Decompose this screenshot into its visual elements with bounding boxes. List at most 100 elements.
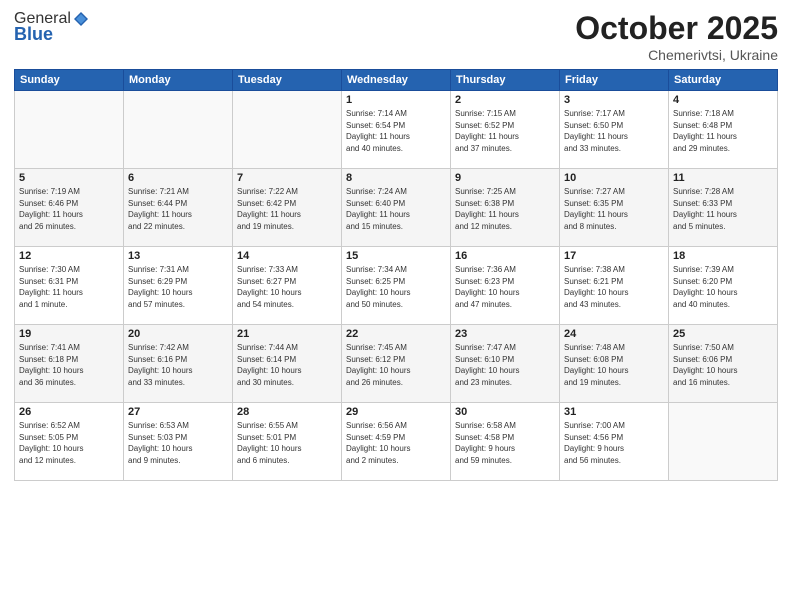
day-info: Sunrise: 7:48 AM Sunset: 6:08 PM Dayligh… xyxy=(564,342,664,388)
day-number: 7 xyxy=(237,172,337,184)
calendar-row-4: 26 Sunrise: 6:52 AM Sunset: 5:05 PM Dayli… xyxy=(15,403,778,481)
day-info: Sunrise: 7:14 AM Sunset: 6:54 PM Dayligh… xyxy=(346,108,446,154)
day-info: Sunrise: 6:52 AM Sunset: 5:05 PM Dayligh… xyxy=(19,420,119,466)
day-number: 12 xyxy=(19,250,119,262)
day-number: 13 xyxy=(128,250,228,262)
day-number: 16 xyxy=(455,250,555,262)
day-number: 10 xyxy=(564,172,664,184)
calendar-cell: 16 Sunrise: 7:36 AM Sunset: 6:23 PM Dayli… xyxy=(451,247,560,325)
calendar-cell: 29Sunrise: 6:56 AM Sunset: 4:59 PM Dayli… xyxy=(342,403,451,481)
day-number: 27 xyxy=(128,406,228,418)
weekday-header-saturday: Saturday xyxy=(669,70,778,91)
day-info: Sunrise: 6:55 AM Sunset: 5:01 PM Dayligh… xyxy=(237,420,337,466)
calendar-cell: 22 Sunrise: 7:45 AM Sunset: 6:12 PM Dayli… xyxy=(342,325,451,403)
calendar-table: SundayMondayTuesdayWednesdayThursdayFrid… xyxy=(14,69,778,481)
day-info: Sunrise: 7:00 AM Sunset: 4:56 PM Dayligh… xyxy=(564,420,664,466)
calendar-cell: 14 Sunrise: 7:33 AM Sunset: 6:27 PM Dayli… xyxy=(233,247,342,325)
day-number: 29 xyxy=(346,406,446,418)
day-info: Sunrise: 7:31 AM Sunset: 6:29 PM Dayligh… xyxy=(128,264,228,310)
calendar-cell: 17Sunrise: 7:38 AM Sunset: 6:21 PM Dayli… xyxy=(560,247,669,325)
calendar-cell: 20 Sunrise: 7:42 AM Sunset: 6:16 PM Dayli… xyxy=(124,325,233,403)
day-info: Sunrise: 7:18 AM Sunset: 6:48 PM Dayligh… xyxy=(673,108,773,154)
day-info: Sunrise: 7:33 AM Sunset: 6:27 PM Dayligh… xyxy=(237,264,337,310)
calendar-cell: 9Sunrise: 7:25 AM Sunset: 6:38 PM Daylig… xyxy=(451,169,560,247)
weekday-header-sunday: Sunday xyxy=(15,70,124,91)
logo-flag-icon xyxy=(73,11,89,27)
calendar-cell: 23 Sunrise: 7:47 AM Sunset: 6:10 PM Dayli… xyxy=(451,325,560,403)
day-info: Sunrise: 7:44 AM Sunset: 6:14 PM Dayligh… xyxy=(237,342,337,388)
calendar-cell: 26 Sunrise: 6:52 AM Sunset: 5:05 PM Dayli… xyxy=(15,403,124,481)
calendar-cell: 8 Sunrise: 7:24 AM Sunset: 6:40 PM Daylig… xyxy=(342,169,451,247)
day-info: Sunrise: 7:30 AM Sunset: 6:31 PM Dayligh… xyxy=(19,264,119,310)
day-info: Sunrise: 7:47 AM Sunset: 6:10 PM Dayligh… xyxy=(455,342,555,388)
calendar-cell: 7 Sunrise: 7:22 AM Sunset: 6:42 PM Daylig… xyxy=(233,169,342,247)
calendar-cell: 10 Sunrise: 7:27 AM Sunset: 6:35 PM Dayli… xyxy=(560,169,669,247)
calendar-cell: 1 Sunrise: 7:14 AM Sunset: 6:54 PM Daylig… xyxy=(342,91,451,169)
calendar-row-0: 1 Sunrise: 7:14 AM Sunset: 6:54 PM Daylig… xyxy=(15,91,778,169)
logo: General Blue xyxy=(14,10,89,45)
day-info: Sunrise: 6:53 AM Sunset: 5:03 PM Dayligh… xyxy=(128,420,228,466)
calendar-cell: 18Sunrise: 7:39 AM Sunset: 6:20 PM Dayli… xyxy=(669,247,778,325)
day-info: Sunrise: 7:17 AM Sunset: 6:50 PM Dayligh… xyxy=(564,108,664,154)
day-number: 11 xyxy=(673,172,773,184)
day-number: 23 xyxy=(455,328,555,340)
calendar-cell xyxy=(233,91,342,169)
calendar-title: October 2025 xyxy=(575,10,778,47)
calendar-subtitle: Chemerivtsi, Ukraine xyxy=(575,47,778,63)
day-info: Sunrise: 7:15 AM Sunset: 6:52 PM Dayligh… xyxy=(455,108,555,154)
logo-blue-text: Blue xyxy=(14,24,89,45)
day-number: 20 xyxy=(128,328,228,340)
day-info: Sunrise: 7:39 AM Sunset: 6:20 PM Dayligh… xyxy=(673,264,773,310)
calendar-cell xyxy=(124,91,233,169)
day-info: Sunrise: 7:45 AM Sunset: 6:12 PM Dayligh… xyxy=(346,342,446,388)
weekday-header-tuesday: Tuesday xyxy=(233,70,342,91)
day-number: 26 xyxy=(19,406,119,418)
calendar-cell: 13 Sunrise: 7:31 AM Sunset: 6:29 PM Dayli… xyxy=(124,247,233,325)
calendar-cell: 6 Sunrise: 7:21 AM Sunset: 6:44 PM Daylig… xyxy=(124,169,233,247)
calendar-cell: 15 Sunrise: 7:34 AM Sunset: 6:25 PM Dayli… xyxy=(342,247,451,325)
calendar-cell: 27 Sunrise: 6:53 AM Sunset: 5:03 PM Dayli… xyxy=(124,403,233,481)
calendar-cell: 2Sunrise: 7:15 AM Sunset: 6:52 PM Daylig… xyxy=(451,91,560,169)
day-info: Sunrise: 7:36 AM Sunset: 6:23 PM Dayligh… xyxy=(455,264,555,310)
calendar-cell: 28 Sunrise: 6:55 AM Sunset: 5:01 PM Dayli… xyxy=(233,403,342,481)
day-info: Sunrise: 7:38 AM Sunset: 6:21 PM Dayligh… xyxy=(564,264,664,310)
calendar-cell: 24 Sunrise: 7:48 AM Sunset: 6:08 PM Dayli… xyxy=(560,325,669,403)
header: General Blue October 2025 Chemerivtsi, U… xyxy=(14,10,778,63)
weekday-header-wednesday: Wednesday xyxy=(342,70,451,91)
calendar-cell: 21Sunrise: 7:44 AM Sunset: 6:14 PM Dayli… xyxy=(233,325,342,403)
day-info: Sunrise: 7:24 AM Sunset: 6:40 PM Dayligh… xyxy=(346,186,446,232)
calendar-row-2: 12 Sunrise: 7:30 AM Sunset: 6:31 PM Dayli… xyxy=(15,247,778,325)
weekday-header-thursday: Thursday xyxy=(451,70,560,91)
day-number: 5 xyxy=(19,172,119,184)
calendar-cell xyxy=(669,403,778,481)
day-number: 6 xyxy=(128,172,228,184)
calendar-cell xyxy=(15,91,124,169)
day-info: Sunrise: 7:28 AM Sunset: 6:33 PM Dayligh… xyxy=(673,186,773,232)
day-number: 15 xyxy=(346,250,446,262)
day-number: 8 xyxy=(346,172,446,184)
calendar-cell: 5 Sunrise: 7:19 AM Sunset: 6:46 PM Daylig… xyxy=(15,169,124,247)
day-number: 1 xyxy=(346,94,446,106)
day-number: 25 xyxy=(673,328,773,340)
day-info: Sunrise: 7:25 AM Sunset: 6:38 PM Dayligh… xyxy=(455,186,555,232)
calendar-cell: 4Sunrise: 7:18 AM Sunset: 6:48 PM Daylig… xyxy=(669,91,778,169)
day-info: Sunrise: 7:41 AM Sunset: 6:18 PM Dayligh… xyxy=(19,342,119,388)
day-number: 24 xyxy=(564,328,664,340)
day-number: 22 xyxy=(346,328,446,340)
day-info: Sunrise: 7:21 AM Sunset: 6:44 PM Dayligh… xyxy=(128,186,228,232)
weekday-header-friday: Friday xyxy=(560,70,669,91)
weekday-header-monday: Monday xyxy=(124,70,233,91)
day-info: Sunrise: 7:42 AM Sunset: 6:16 PM Dayligh… xyxy=(128,342,228,388)
day-info: Sunrise: 7:27 AM Sunset: 6:35 PM Dayligh… xyxy=(564,186,664,232)
day-number: 14 xyxy=(237,250,337,262)
calendar-cell: 30Sunrise: 6:58 AM Sunset: 4:58 PM Dayli… xyxy=(451,403,560,481)
day-number: 3 xyxy=(564,94,664,106)
day-number: 19 xyxy=(19,328,119,340)
day-number: 28 xyxy=(237,406,337,418)
day-info: Sunrise: 7:19 AM Sunset: 6:46 PM Dayligh… xyxy=(19,186,119,232)
title-block: October 2025 Chemerivtsi, Ukraine xyxy=(575,10,778,63)
day-info: Sunrise: 7:34 AM Sunset: 6:25 PM Dayligh… xyxy=(346,264,446,310)
calendar-cell: 11 Sunrise: 7:28 AM Sunset: 6:33 PM Dayli… xyxy=(669,169,778,247)
day-info: Sunrise: 7:22 AM Sunset: 6:42 PM Dayligh… xyxy=(237,186,337,232)
calendar-row-1: 5 Sunrise: 7:19 AM Sunset: 6:46 PM Daylig… xyxy=(15,169,778,247)
